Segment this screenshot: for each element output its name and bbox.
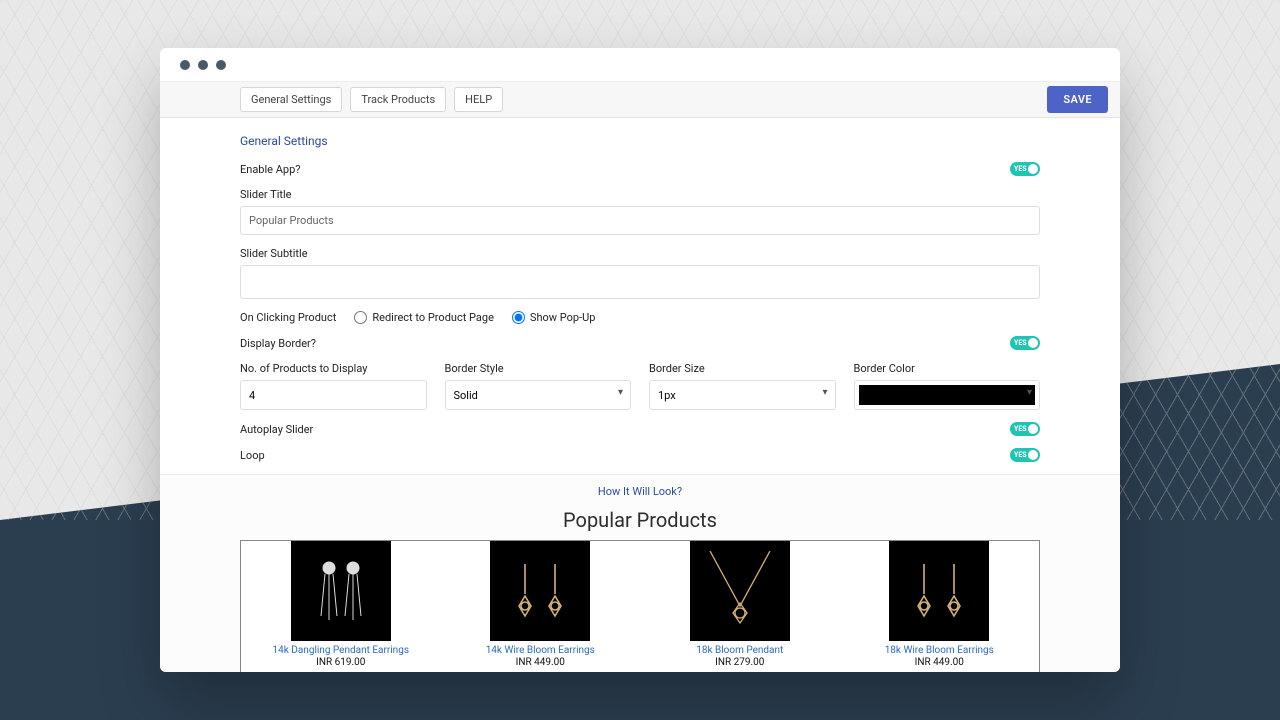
- product-name: 18k Bloom Pendant: [640, 645, 840, 656]
- preview-panel: How It Will Look? Popular Products 14k D…: [160, 474, 1120, 672]
- titlebar: [160, 48, 1120, 82]
- section-title: General Settings: [240, 134, 1040, 148]
- window-dot: [180, 60, 190, 70]
- loop-label: Loop: [240, 449, 265, 462]
- product-name: 18k Wire Bloom Earrings: [840, 645, 1040, 656]
- enable-app-toggle[interactable]: YES: [1010, 162, 1040, 176]
- slider-title-label: Slider Title: [240, 188, 1040, 201]
- radio-popup[interactable]: Show Pop-Up: [512, 311, 596, 324]
- product-card[interactable]: 18k Wire Bloom Earrings INR 449.00: [840, 541, 1040, 672]
- product-card[interactable]: 14k Dangling Pendant Earrings INR 619.00: [241, 541, 441, 672]
- product-price: INR 619.00: [241, 657, 441, 668]
- product-price: INR 279.00: [640, 657, 840, 668]
- tab-general-settings[interactable]: General Settings: [240, 87, 342, 112]
- product-name: 14k Dangling Pendant Earrings: [241, 645, 441, 656]
- autoplay-toggle[interactable]: YES: [1010, 422, 1040, 436]
- enable-app-label: Enable App?: [240, 163, 300, 176]
- product-card[interactable]: 14k Wire Bloom Earrings INR 449.00: [441, 541, 641, 672]
- border-color-picker[interactable]: [854, 380, 1041, 410]
- tab-help[interactable]: HELP: [454, 87, 503, 112]
- window-dot: [198, 60, 208, 70]
- product-image: [690, 541, 790, 641]
- border-size-label: Border Size: [649, 362, 836, 375]
- radio-redirect[interactable]: Redirect to Product Page: [354, 311, 494, 324]
- border-color-label: Border Color: [854, 362, 1041, 375]
- toolbar: General Settings Track Products HELP SAV…: [160, 82, 1120, 118]
- product-card[interactable]: 18k Bloom Pendant INR 279.00: [640, 541, 840, 672]
- loop-toggle[interactable]: YES: [1010, 448, 1040, 462]
- preview-title: Popular Products: [240, 508, 1040, 532]
- num-products-input[interactable]: [240, 380, 427, 410]
- border-size-select[interactable]: 1px: [649, 380, 836, 410]
- product-name: 14k Wire Bloom Earrings: [441, 645, 641, 656]
- product-image: [291, 541, 391, 641]
- product-price: INR 449.00: [840, 657, 1040, 668]
- slider-subtitle-input[interactable]: [240, 265, 1040, 299]
- window-dot: [216, 60, 226, 70]
- on-click-label: On Clicking Product: [240, 311, 336, 324]
- product-image: [889, 541, 989, 641]
- product-price: INR 449.00: [441, 657, 641, 668]
- border-style-label: Border Style: [445, 362, 632, 375]
- settings-panel: General Settings Enable App? YES Slider …: [160, 118, 1120, 462]
- product-image: [490, 541, 590, 641]
- save-button[interactable]: SAVE: [1047, 86, 1108, 113]
- preview-header: How It Will Look?: [240, 485, 1040, 498]
- tab-track-products[interactable]: Track Products: [350, 87, 446, 112]
- display-border-label: Display Border?: [240, 337, 316, 350]
- num-products-label: No. of Products to Display: [240, 362, 427, 375]
- app-window: General Settings Track Products HELP SAV…: [160, 48, 1120, 672]
- slider-title-input[interactable]: [240, 206, 1040, 235]
- display-border-toggle[interactable]: YES: [1010, 336, 1040, 350]
- product-slider: 14k Dangling Pendant Earrings INR 619.00…: [240, 540, 1040, 672]
- border-style-select[interactable]: Solid: [445, 380, 632, 410]
- slider-subtitle-label: Slider Subtitle: [240, 247, 1040, 260]
- autoplay-label: Autoplay Slider: [240, 423, 313, 436]
